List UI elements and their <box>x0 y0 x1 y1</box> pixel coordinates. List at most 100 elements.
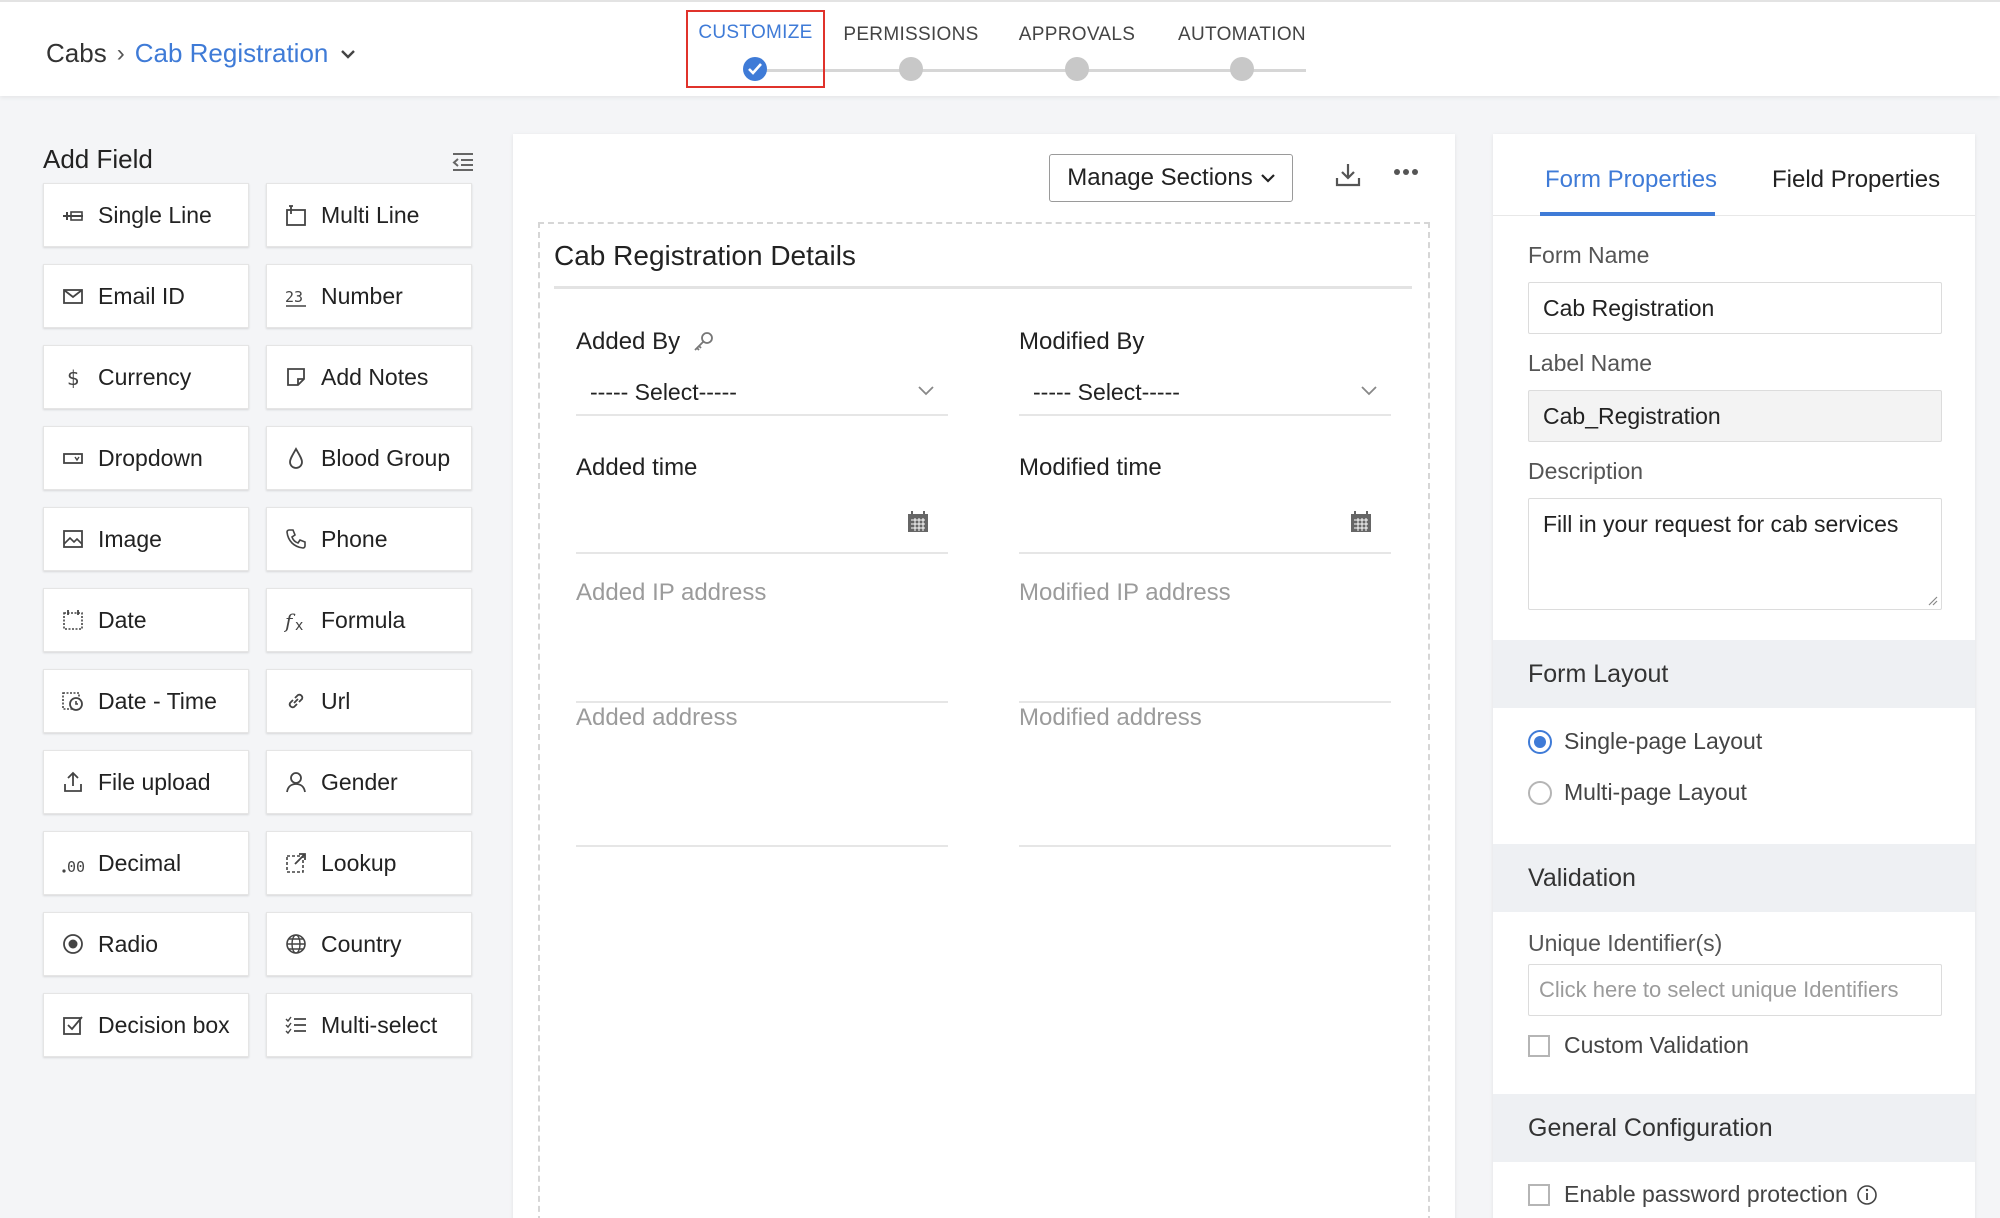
person-icon <box>283 769 309 795</box>
calendar-icon[interactable] <box>906 510 930 534</box>
download-icon[interactable] <box>1335 162 1361 188</box>
custom-validation-checkbox[interactable]: Custom Validation <box>1528 1032 1749 1059</box>
add-field-label: Image <box>98 525 162 552</box>
breadcrumb-current[interactable]: Cab Registration <box>135 38 329 69</box>
modified-address-input[interactable] <box>1019 752 1391 847</box>
add-field-title: Add Field <box>43 144 153 174</box>
add-field-multi-line-button[interactable]: Multi Line <box>266 183 472 247</box>
add-field-label: Add Notes <box>321 363 429 390</box>
add-field-decimal-button[interactable]: 00 Decimal <box>43 831 249 895</box>
properties-tabs: Form Properties Field Properties <box>1493 134 1975 216</box>
modified-by-select[interactable]: ----- Select----- <box>1019 370 1391 416</box>
added-address-input[interactable] <box>576 752 948 847</box>
add-field-blood-group-button[interactable]: Blood Group <box>266 426 472 490</box>
step-automation[interactable]: AUTOMATION <box>1172 10 1312 81</box>
multi-page-layout-radio[interactable]: Multi-page Layout <box>1528 779 1747 806</box>
added-by-select[interactable]: ----- Select----- <box>576 370 948 416</box>
step-label: CUSTOMIZE <box>698 22 813 43</box>
add-field-url-button[interactable]: Url <box>266 669 472 733</box>
add-field-gender-button[interactable]: Gender <box>266 750 472 814</box>
add-field-file-upload-button[interactable]: File upload <box>43 750 249 814</box>
top-header: Cabs › Cab Registration CUSTOMIZE PERMIS… <box>0 0 2000 96</box>
chevron-down-icon[interactable] <box>340 46 356 62</box>
add-field-currency-button[interactable]: $ Currency <box>43 345 249 409</box>
add-field-single-line-button[interactable]: Single Line <box>43 183 249 247</box>
checkbox-icon <box>1528 1034 1550 1057</box>
description-textarea[interactable]: Fill in your request for cab services <box>1528 498 1942 610</box>
label-name-label: Label Name <box>1528 350 1653 376</box>
add-field-date-time-button[interactable]: Date - Time <box>43 669 249 733</box>
collapse-panel-icon[interactable] <box>451 152 475 172</box>
password-protection-checkbox[interactable]: Enable password protection <box>1528 1181 1878 1208</box>
add-field-date-button[interactable]: Date <box>43 588 249 652</box>
modified-time-label: Modified time <box>1019 454 1162 481</box>
radio-selected-icon <box>1528 729 1552 754</box>
form-name-label: Form Name <box>1528 242 1650 268</box>
add-field-country-button[interactable]: Country <box>266 912 472 976</box>
more-options-icon[interactable] <box>1393 168 1419 176</box>
breadcrumb: Cabs › Cab Registration <box>46 38 356 69</box>
add-field-label: Email ID <box>98 282 185 309</box>
chevron-down-icon <box>1260 174 1275 183</box>
form-layout-header[interactable]: Form Layout <box>1493 640 1975 708</box>
step-label: PERMISSIONS <box>843 24 979 45</box>
single-page-layout-radio[interactable]: Single-page Layout <box>1528 728 1762 755</box>
info-icon[interactable] <box>1856 1184 1878 1206</box>
manage-sections-button[interactable]: Manage Sections <box>1049 154 1293 202</box>
add-field-decision-box-button[interactable]: Decision box <box>43 993 249 1057</box>
label-name-input[interactable]: Cab_Registration <box>1528 390 1942 442</box>
unique-identifier-input[interactable]: Click here to select unique Identifiers <box>1528 964 1942 1016</box>
form-name-input[interactable]: Cab Registration <box>1528 282 1942 334</box>
radio-unselected-icon <box>1528 780 1552 805</box>
added-by-field: Added By ----- Select----- <box>576 328 948 416</box>
svg-text:x: x <box>295 618 303 632</box>
resize-grip-icon[interactable] <box>1926 594 1938 606</box>
breadcrumb-root[interactable]: Cabs <box>46 38 107 69</box>
description-value: Fill in your request for cab services <box>1543 511 1899 537</box>
validation-header[interactable]: Validation <box>1493 844 1975 912</box>
modified-address-field: Modified address <box>1019 704 1391 847</box>
modified-address-label: Modified address <box>1019 704 1202 731</box>
add-field-phone-button[interactable]: Phone <box>266 507 472 571</box>
added-time-input[interactable] <box>576 500 948 554</box>
modified-ip-input[interactable] <box>1019 627 1391 703</box>
svg-text:00: 00 <box>67 858 85 875</box>
lookup-icon <box>283 850 309 876</box>
add-field-formula-button[interactable]: f x Formula <box>266 588 472 652</box>
added-ip-input[interactable] <box>576 627 948 703</box>
modified-time-input[interactable] <box>1019 500 1391 554</box>
properties-panel: Form Properties Field Properties Form Na… <box>1493 134 1975 1218</box>
add-field-email-id-button[interactable]: Email ID <box>43 264 249 328</box>
step-connector <box>766 69 1306 72</box>
add-field-lookup-button[interactable]: Lookup <box>266 831 472 895</box>
form-canvas: Manage Sections Cab Registration Details… <box>513 134 1455 1218</box>
step-customize[interactable]: CUSTOMIZE <box>686 10 825 81</box>
multi-select-icon <box>283 1012 309 1038</box>
add-field-radio-button[interactable]: Radio <box>43 912 249 976</box>
chevron-down-icon <box>918 386 934 396</box>
globe-icon <box>283 931 309 957</box>
calendar-icon[interactable] <box>1349 510 1373 534</box>
add-field-label: Blood Group <box>321 444 451 471</box>
step-approvals[interactable]: APPROVALS <box>1007 10 1147 81</box>
svg-text:23: 23 <box>285 288 303 306</box>
step-permissions[interactable]: PERMISSIONS <box>841 10 981 81</box>
modified-by-value: ----- Select----- <box>1033 378 1180 405</box>
add-field-multi-select-button[interactable]: Multi-select <box>266 993 472 1057</box>
date-icon <box>60 607 86 633</box>
added-address-label: Added address <box>576 704 738 731</box>
general-configuration-header[interactable]: General Configuration <box>1493 1094 1975 1162</box>
add-field-label: Country <box>321 930 402 957</box>
added-by-label: Added By <box>576 328 681 355</box>
tab-form-properties[interactable]: Form Properties <box>1545 166 1717 194</box>
add-field-image-button[interactable]: Image <box>43 507 249 571</box>
add-field-dropdown-button[interactable]: Dropdown <box>43 426 249 490</box>
multi-line-icon <box>283 202 309 228</box>
chevron-down-icon <box>1361 386 1377 396</box>
step-label: APPROVALS <box>1018 24 1136 45</box>
add-field-number-button[interactable]: 23 Number <box>266 264 472 328</box>
manage-sections-label: Manage Sections <box>1067 164 1253 191</box>
add-field-label: Multi Line <box>321 201 420 228</box>
tab-field-properties[interactable]: Field Properties <box>1772 166 1940 194</box>
add-field-add-notes-button[interactable]: Add Notes <box>266 345 472 409</box>
